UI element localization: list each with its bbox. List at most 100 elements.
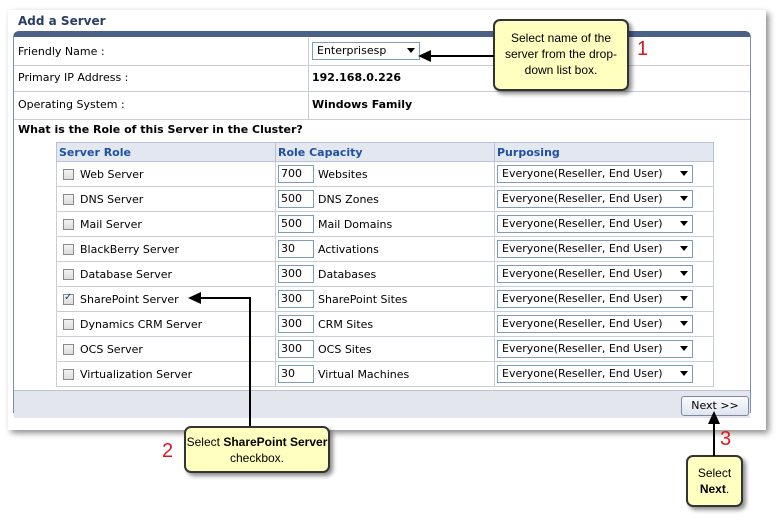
purposing-value: Everyone(Reseller, End User) [502,367,663,380]
purposing-dropdown[interactable]: Everyone(Reseller, End User) [497,215,693,233]
capacity-cell: 300 CRM Sites [275,311,495,337]
purposing-cell: Everyone(Reseller, End User) [494,261,714,287]
role-cell: SharePoint Server [56,286,276,312]
callout-2-text-bold: SharePoint Server [223,435,328,449]
purposing-dropdown[interactable]: Everyone(Reseller, End User) [497,340,693,358]
capacity-cell: 30 Activations [275,236,495,262]
server-roles-table: Server Role Role Capacity Purposing Web … [56,142,714,387]
step-number-2: 2 [162,440,174,462]
capacity-cell: 700 Websites [275,161,495,187]
role-label: Dynamics CRM Server [80,317,203,331]
purposing-dropdown[interactable]: Everyone(Reseller, End User) [497,165,693,183]
callout-2-text-pre: Select [186,435,224,449]
role-label: Web Server [80,167,144,181]
capacity-input[interactable]: 500 [278,190,314,208]
purposing-dropdown[interactable]: Everyone(Reseller, End User) [497,240,693,258]
os-value: Windows Family [312,98,413,111]
capacity-cell: 300 OCS Sites [275,336,495,362]
primary-ip-value: 192.168.0.226 [312,71,402,84]
role-checkbox[interactable] [63,169,74,180]
purposing-cell: Everyone(Reseller, End User) [494,161,714,187]
purposing-dropdown[interactable]: Everyone(Reseller, End User) [497,290,693,308]
purposing-cell: Everyone(Reseller, End User) [494,286,714,312]
role-cell: Database Server [56,261,276,287]
primary-ip-label: Primary IP Address : [18,71,129,84]
capacity-input[interactable]: 30 [278,240,314,258]
role-label: SharePoint Server [80,292,179,306]
capacity-input[interactable]: 700 [278,165,314,183]
chevron-down-icon [680,246,688,251]
capacity-input[interactable]: 30 [278,365,314,383]
callout-3-text-pre: Select [697,466,732,480]
role-cell: OCS Server [56,336,276,362]
role-cell: Virtualization Server [56,361,276,387]
purposing-dropdown[interactable]: Everyone(Reseller, End User) [497,365,693,383]
purposing-value: Everyone(Reseller, End User) [502,192,663,205]
callout-2-arrow-horizontal [200,297,251,299]
role-checkbox[interactable] [63,369,74,380]
chevron-down-icon [680,171,688,176]
purposing-dropdown[interactable]: Everyone(Reseller, End User) [497,315,693,333]
role-checkbox[interactable] [63,219,74,230]
role-checkbox[interactable] [63,319,74,330]
chevron-down-icon [680,221,688,226]
callout-1-text: Select name of the server from the drop-… [504,31,618,77]
chevron-down-icon [680,321,688,326]
table-row: Database Server 300 Databases Everyone(Rese… [56,261,714,287]
os-label: Operating System : [18,98,125,111]
purposing-dropdown[interactable]: Everyone(Reseller, End User) [497,190,693,208]
capacity-input[interactable]: 500 [278,215,314,233]
capacity-cell: 300 SharePoint Sites [275,286,495,312]
role-checkbox[interactable] [63,269,74,280]
capacity-input[interactable]: 300 [278,315,314,333]
purposing-dropdown[interactable]: Everyone(Reseller, End User) [497,265,693,283]
purposing-value: Everyone(Reseller, End User) [502,267,663,280]
table-row: BlackBerry Server 30 Activations Everyone(R… [56,236,714,262]
chevron-down-icon [680,296,688,301]
callout-2-arrow-vertical [249,298,251,426]
step-number-1: 1 [637,38,649,60]
role-cell: Mail Server [56,211,276,237]
arrow-head-3 [708,411,720,424]
capacity-input[interactable]: 300 [278,265,314,283]
role-checkbox[interactable] [63,244,74,255]
callout-2-text-post: checkbox. [229,451,285,465]
role-cell: Web Server [56,161,276,187]
role-checkbox[interactable] [63,194,74,205]
capacity-input[interactable]: 300 [278,340,314,358]
arrow-left-icon [418,50,431,62]
table-row: Dynamics CRM Server 300 CRM Sites Everyone(… [56,311,714,337]
capacity-cell: 500 DNS Zones [275,186,495,212]
purposing-cell: Everyone(Reseller, End User) [494,336,714,362]
os-row: Operating System : Windows Family [14,91,750,120]
panel-title: Add a Server [18,14,106,28]
capacity-unit: Virtual Machines [318,367,410,381]
capacity-input[interactable]: 300 [278,290,314,308]
callout-select-name: Select name of the server from the drop-… [493,19,629,91]
form-footer: Next >> [14,390,750,418]
friendly-name-label: Friendly Name : [18,45,105,58]
table-row: Virtualization Server 30 Virtual Machines E… [56,361,714,387]
capacity-unit: Mail Domains [318,217,393,231]
arrow-left-icon [188,292,201,304]
purposing-cell: Everyone(Reseller, End User) [494,211,714,237]
table-row: DNS Server 500 DNS Zones Everyone(Reseller,… [56,186,714,212]
chevron-down-icon [680,196,688,201]
header-purposing: Purposing [494,142,714,162]
callout-3-arrow-line [713,423,715,456]
role-question: What is the Role of this Server in the C… [18,123,303,136]
purposing-value: Everyone(Reseller, End User) [502,317,663,330]
role-checkbox[interactable] [63,344,74,355]
friendly-name-dropdown[interactable]: Enterprisesp [312,42,420,60]
role-cell: Dynamics CRM Server [56,311,276,337]
role-checkbox[interactable] [63,292,74,305]
chevron-down-icon [680,271,688,276]
callout-3-text-post: . [725,482,730,496]
callout-1-arrow-line [428,55,494,57]
capacity-cell: 300 Databases [275,261,495,287]
table-row: OCS Server 300 OCS Sites Everyone(Reseller,… [56,336,714,362]
chevron-down-icon [680,371,688,376]
callout-select-sharepoint: Select SharePoint Server checkbox. [184,426,330,473]
capacity-cell: 30 Virtual Machines [275,361,495,387]
capacity-cell: 500 Mail Domains [275,211,495,237]
